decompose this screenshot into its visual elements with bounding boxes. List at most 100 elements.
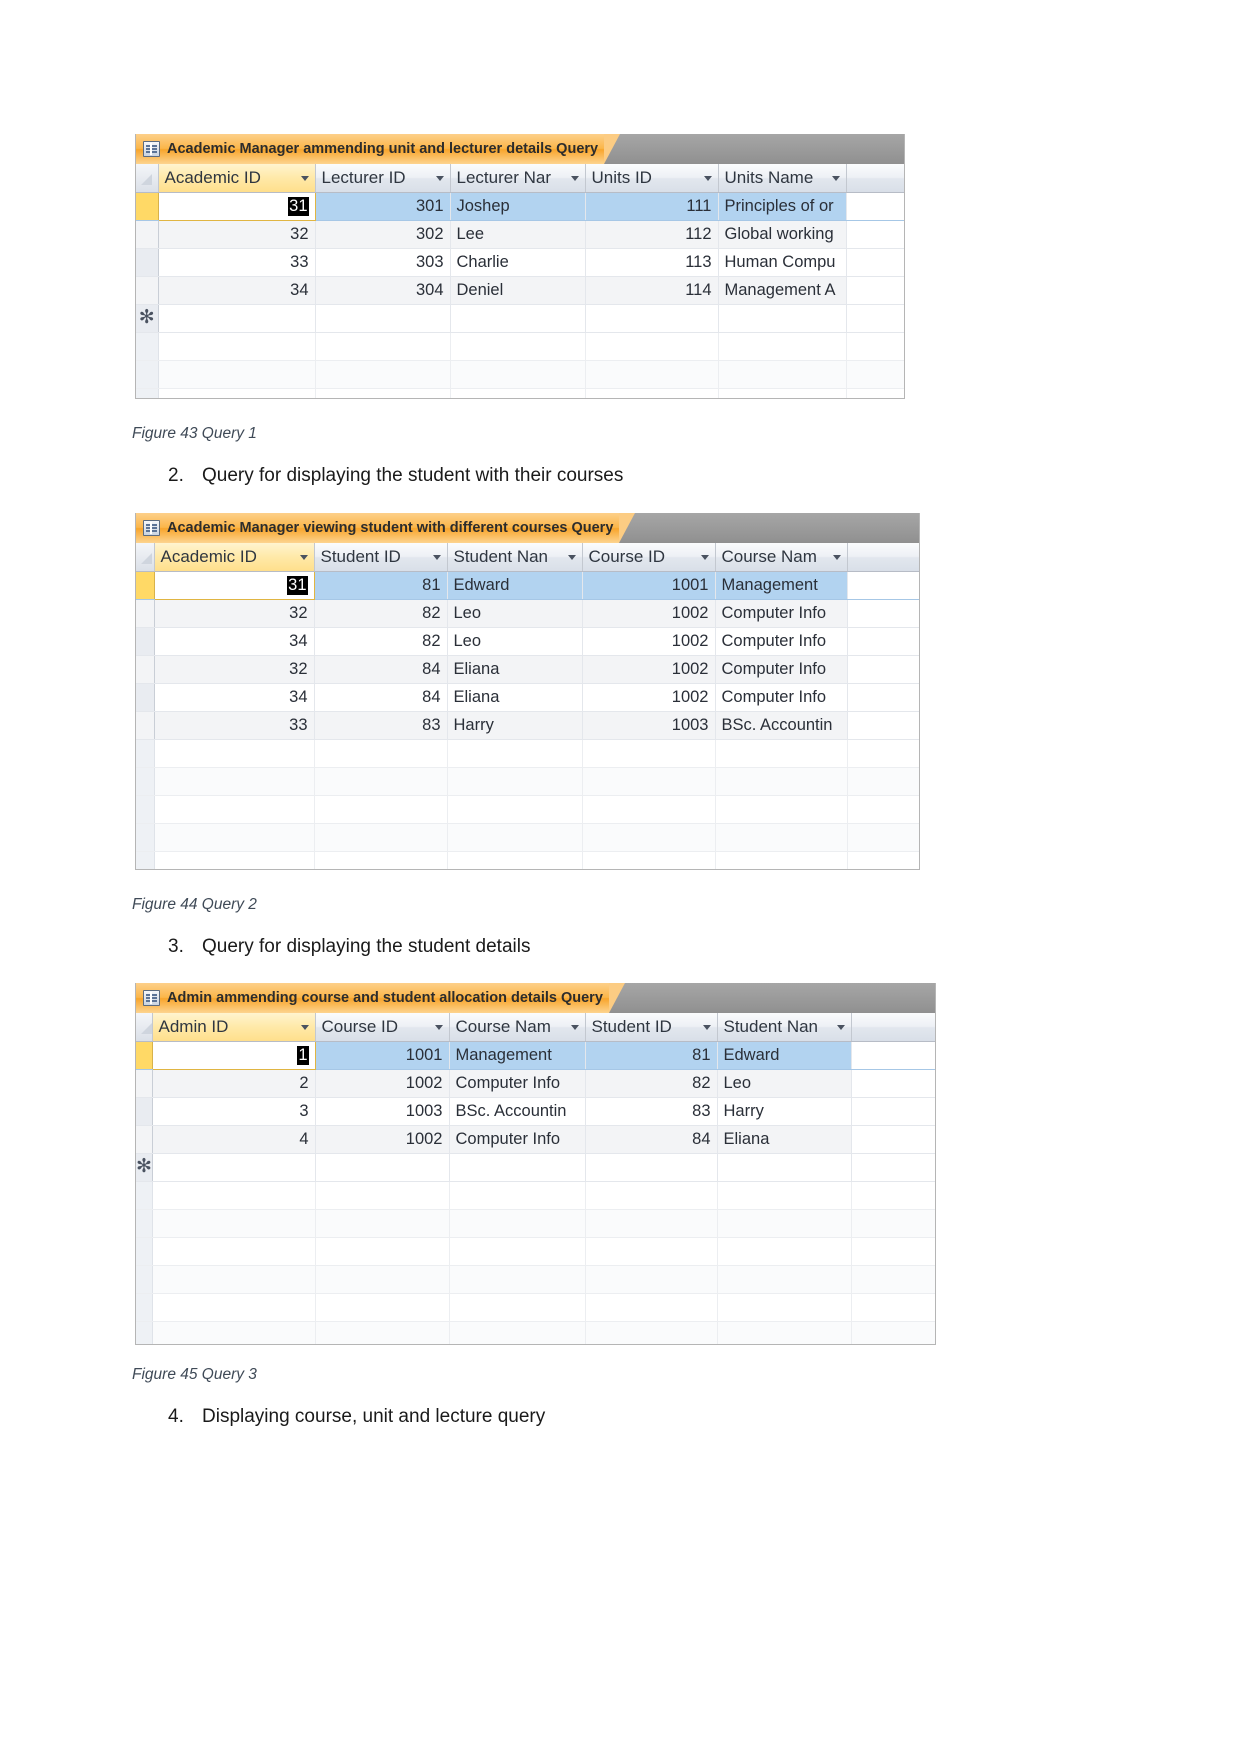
query1-document-tab[interactable]: Academic Manager ammending unit and lect… [136, 134, 621, 164]
row-selector[interactable] [136, 711, 155, 740]
table-row[interactable]: 32 84 Eliana 1002 Computer Info [136, 655, 919, 684]
cell-student-name[interactable]: Edward [447, 571, 583, 600]
cell-units-name-new[interactable] [718, 304, 847, 333]
cell-student-id[interactable]: 81 [585, 1041, 718, 1070]
cell-course-name[interactable]: BSc. Accountin [449, 1097, 586, 1126]
table-row[interactable]: 31 301 Joshep 111 Principles of or [136, 191, 904, 221]
row-selector[interactable] [136, 655, 155, 684]
row-selector[interactable] [136, 1097, 153, 1126]
cell-units-id[interactable]: 113 [585, 248, 719, 277]
cell-student-name[interactable]: Leo [447, 599, 583, 628]
cell-course-name[interactable]: Management [449, 1041, 586, 1070]
cell-lecturer-id[interactable]: 301 [315, 192, 451, 221]
cell-academic-id[interactable]: 34 [154, 627, 315, 656]
cell-academic-id[interactable]: 32 [154, 655, 315, 684]
column-header-academic-id[interactable]: Academic ID [158, 164, 316, 193]
row-selector[interactable] [136, 1125, 153, 1154]
cell-course-id[interactable]: 1003 [315, 1097, 450, 1126]
chevron-down-icon[interactable] [567, 554, 576, 560]
cell-course-name[interactable]: Computer Info [449, 1069, 586, 1098]
cell-course-id[interactable]: 1002 [315, 1069, 450, 1098]
cell-student-name-new[interactable] [717, 1153, 852, 1182]
chevron-down-icon[interactable] [702, 1024, 711, 1030]
chevron-down-icon[interactable] [300, 175, 309, 181]
cell-course-id[interactable]: 1002 [582, 655, 716, 684]
table-row[interactable]: 3 1003 BSc. Accountin 83 Harry [136, 1097, 935, 1126]
cell-academic-id[interactable]: 31 [153, 570, 315, 600]
cell-student-name[interactable]: Leo [447, 627, 583, 656]
select-all-corner[interactable] [136, 543, 155, 572]
column-header-course-id[interactable]: Course ID [582, 543, 716, 572]
cell-course-id[interactable]: 1001 [582, 571, 716, 600]
table-row[interactable]: 33 83 Harry 1003 BSc. Accountin [136, 711, 919, 740]
cell-admin-id[interactable]: 1 [151, 1040, 316, 1070]
cell-academic-id-new[interactable] [158, 304, 316, 333]
cell-admin-id[interactable]: 4 [152, 1125, 316, 1154]
column-header-admin-id[interactable]: Admin ID [152, 1013, 316, 1042]
chevron-down-icon[interactable] [435, 175, 444, 181]
chevron-down-icon[interactable] [700, 554, 709, 560]
cell-lecturer-name[interactable]: Joshep [450, 192, 586, 221]
cell-academic-id[interactable]: 32 [158, 220, 316, 249]
cell-lecturer-id[interactable]: 302 [315, 220, 451, 249]
select-all-corner[interactable] [136, 164, 159, 193]
row-selector[interactable] [136, 1069, 153, 1098]
query2-document-tab[interactable]: Academic Manager viewing student with di… [136, 513, 636, 543]
cell-academic-id[interactable]: 34 [158, 276, 316, 305]
row-selector[interactable] [136, 599, 155, 628]
cell-lecturer-id-new[interactable] [315, 304, 451, 333]
cell-student-name[interactable]: Edward [717, 1041, 852, 1070]
cell-course-name[interactable]: Computer Info [715, 599, 848, 628]
cell-course-name[interactable]: Computer Info [715, 683, 848, 712]
cell-academic-id[interactable]: 33 [154, 711, 315, 740]
cell-student-id[interactable]: 83 [585, 1097, 718, 1126]
table-row[interactable]: 34 82 Leo 1002 Computer Info [136, 627, 919, 656]
cell-course-name[interactable]: Management [715, 571, 848, 600]
chevron-down-icon[interactable] [836, 1024, 845, 1030]
column-header-student-id[interactable]: Student ID [314, 543, 448, 572]
cell-units-name[interactable]: Principles of or [718, 192, 847, 221]
table-row[interactable]: 32 302 Lee 112 Global working [136, 220, 904, 249]
cell-units-name[interactable]: Management A [718, 276, 847, 305]
cell-lecturer-name[interactable]: Lee [450, 220, 586, 249]
cell-student-id[interactable]: 82 [314, 599, 448, 628]
cell-student-name[interactable]: Harry [447, 711, 583, 740]
new-record-row[interactable]: ✻ [136, 304, 904, 333]
chevron-down-icon[interactable] [300, 1024, 309, 1030]
column-header-student-name[interactable]: Student Nan [447, 543, 583, 572]
column-header-course-id[interactable]: Course ID [315, 1013, 450, 1042]
cell-student-id[interactable]: 82 [585, 1069, 718, 1098]
column-header-course-name[interactable]: Course Nam [715, 543, 848, 572]
row-selector[interactable] [136, 192, 159, 221]
cell-student-id[interactable]: 84 [585, 1125, 718, 1154]
new-record-row[interactable]: ✻ [136, 1153, 935, 1182]
cell-units-id[interactable]: 112 [585, 220, 719, 249]
cell-student-id[interactable]: 82 [314, 627, 448, 656]
cell-academic-id[interactable]: 34 [154, 683, 315, 712]
table-row[interactable]: 34 84 Eliana 1002 Computer Info [136, 683, 919, 712]
row-selector[interactable] [136, 627, 155, 656]
row-selector[interactable] [136, 571, 155, 600]
table-row[interactable]: 32 82 Leo 1002 Computer Info [136, 599, 919, 628]
cell-lecturer-id[interactable]: 304 [315, 276, 451, 305]
cell-units-id[interactable]: 111 [585, 192, 719, 221]
column-header-academic-id[interactable]: Academic ID [154, 543, 315, 572]
cell-student-name[interactable]: Eliana [717, 1125, 852, 1154]
cell-admin-id[interactable]: 3 [152, 1097, 316, 1126]
cell-units-id-new[interactable] [585, 304, 719, 333]
cell-course-id[interactable]: 1002 [582, 627, 716, 656]
cell-student-id[interactable]: 83 [314, 711, 448, 740]
table-row[interactable]: 2 1002 Computer Info 82 Leo [136, 1069, 935, 1098]
chevron-down-icon[interactable] [831, 175, 840, 181]
query3-document-tab[interactable]: Admin ammending course and student alloc… [136, 983, 625, 1013]
cell-lecturer-name-new[interactable] [450, 304, 586, 333]
cell-student-id[interactable]: 84 [314, 655, 448, 684]
row-selector[interactable] [136, 248, 159, 277]
chevron-down-icon[interactable] [703, 175, 712, 181]
cell-units-name[interactable]: Global working [718, 220, 847, 249]
cell-course-id[interactable]: 1002 [582, 599, 716, 628]
chevron-down-icon[interactable] [299, 554, 308, 560]
column-header-lecturer-name[interactable]: Lecturer Nar [450, 164, 586, 193]
cell-units-name[interactable]: Human Compu [718, 248, 847, 277]
cell-units-id[interactable]: 114 [585, 276, 719, 305]
